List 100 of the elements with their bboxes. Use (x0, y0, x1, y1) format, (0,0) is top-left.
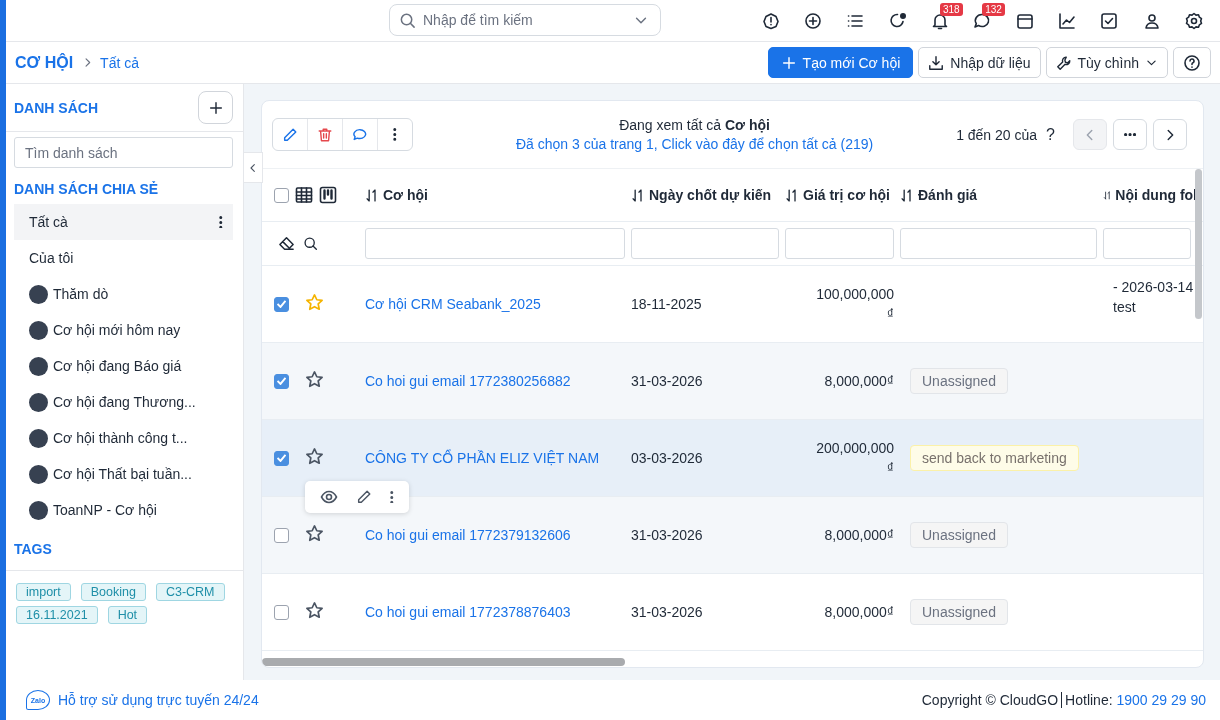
select-all-link[interactable]: Đã chọn 3 của trang 1, Click vào đây để chọn tất cả (219) (515, 136, 874, 152)
more-button[interactable] (1113, 119, 1147, 150)
module-title[interactable]: CƠ HỘI (15, 53, 74, 72)
list-label: Của tôi (29, 250, 74, 266)
toolbar-button[interactable]: 132 (961, 0, 1004, 41)
help-icon (1183, 53, 1201, 72)
collapse-button[interactable] (244, 152, 263, 183)
table-cell-text: 100,000,000₫ (815, 285, 894, 324)
list-label: Tất cà (29, 214, 68, 230)
task-icon (1100, 11, 1119, 30)
search-icon (399, 12, 416, 29)
list-item[interactable]: Thăm dò (14, 276, 233, 312)
list-label: Cơ hội thành công t... (53, 430, 188, 446)
table-view-icon (295, 186, 313, 204)
list-item[interactable]: Cơ hội đang Báo giá (14, 348, 233, 384)
eraser-icon (278, 235, 295, 252)
opportunity-link[interactable]: Co hoi gui email 1772378876403 (365, 604, 631, 620)
table-row[interactable]: Co hoi gui email 1772380256882 31-03-2026 8,000,000₫ Unassigned (262, 343, 1203, 420)
list-item[interactable]: Cơ hội thành công t... (14, 420, 233, 456)
row-checkbox[interactable] (274, 450, 289, 466)
notification-badge: 132 (982, 2, 1005, 16)
table-cell-text: 18-11-2025 (631, 296, 703, 312)
import-button[interactable]: Nhập dữ liệu (918, 47, 1041, 78)
table-cell-text: 8,000,000₫ (824, 603, 894, 622)
column-header[interactable]: Đánh giá (900, 187, 1103, 203)
list-label: Cơ hội đang Thương... (53, 394, 196, 410)
filter-field[interactable] (631, 228, 779, 259)
status-icon (888, 11, 907, 30)
pencil-icon (282, 126, 298, 143)
filter-field[interactable] (1103, 228, 1191, 259)
avatar-icon (29, 428, 48, 448)
list-item[interactable]: Tất cà (14, 204, 233, 240)
opportunity-link[interactable]: Cơ hội CRM Seabank_2025 (365, 296, 631, 312)
check-icon (277, 454, 286, 462)
column-header[interactable]: Cơ hội (365, 187, 631, 203)
row-checkbox[interactable] (274, 527, 289, 543)
row-checkbox[interactable] (274, 604, 289, 620)
table-cell-text: 03-03-2026 (631, 450, 704, 466)
avatar-icon (29, 392, 48, 412)
row-checkbox[interactable] (274, 373, 289, 389)
user-icon (1142, 11, 1161, 30)
more-icon (1123, 132, 1137, 137)
plus-icon (780, 54, 797, 71)
list-item[interactable]: Cơ hội mới hôm nay (14, 312, 233, 348)
filter-field[interactable] (365, 228, 625, 259)
scrollbar-thumb[interactable] (262, 658, 625, 666)
list-item[interactable]: Cơ hội đang Thương... (14, 384, 233, 420)
notification-badge: 318 (939, 2, 963, 16)
table-row[interactable]: Co hoi gui email 1772378876403 31-03-2026 8,000,000₫ Unassigned (262, 574, 1203, 651)
toolbar-button[interactable]: 318 (918, 0, 962, 41)
table-row[interactable]: Co hoi gui email 1772379132606 31-03-2026 8,000,000₫ Unassigned (262, 497, 1203, 574)
column-header[interactable]: Giá trị cơ hội (785, 187, 900, 203)
select-all-checkbox[interactable] (274, 187, 289, 203)
list-item[interactable]: Của tôi (14, 240, 233, 276)
hotline-link[interactable]: 1900 29 29 90 (1112, 692, 1206, 708)
list-label: Cơ hội mới hôm nay (53, 322, 181, 338)
add-icon (804, 11, 823, 30)
create-button[interactable]: Tạo mới Cơ hội (767, 47, 914, 78)
pagination-label: 1 đến 20 của (956, 126, 1038, 143)
scrollbar-thumb[interactable] (1195, 169, 1202, 319)
search-field[interactable]: Tìm danh sách (14, 137, 233, 168)
calendar-icon (1015, 11, 1034, 30)
more-icon (393, 128, 397, 141)
avatar-icon (29, 356, 48, 376)
section-title: TAGS (14, 541, 53, 559)
search-field[interactable]: Nhập để tìm kiếm (389, 4, 661, 36)
table-cell-text: 31-03-2026 (631, 604, 704, 620)
list-label: Thăm dò (53, 286, 109, 302)
plus-icon (207, 99, 224, 116)
copyright-text: Copyright © CloudGO (921, 692, 1059, 708)
section-title: DANH SÁCH CHIA SẺ (14, 181, 160, 197)
table-cell-text: 8,000,000₫ (824, 372, 894, 391)
opportunity-link[interactable]: CÔNG TY CỔ PHẦN ELIZ VIỆT NAM (365, 450, 631, 466)
download-icon (928, 54, 945, 71)
settings-icon (1184, 11, 1203, 30)
support-link[interactable]: Hỗ trợ sử dụng trực tuyến 24/24 (58, 692, 259, 708)
table-row[interactable]: CÔNG TY CỔ PHẦN ELIZ VIỆT NAM 03-03-2026 200,000,000₫ send back to marketing (262, 420, 1203, 497)
list-item[interactable]: ToanNP - Cơ hội (14, 492, 233, 528)
avatar-icon (29, 284, 48, 304)
unknown-total[interactable]: ? (1046, 125, 1055, 144)
opportunity-link[interactable]: Co hoi gui email 1772379132606 (365, 527, 631, 543)
kanban-view-icon (319, 186, 337, 204)
list-item[interactable]: Cơ hội Thất bại tuần... (14, 456, 233, 492)
customize-button[interactable]: Tùy chình (1045, 47, 1168, 78)
help-button[interactable] (1173, 47, 1211, 78)
row-checkbox[interactable] (274, 296, 289, 312)
avatar-icon (29, 500, 48, 520)
hotline-label: Hotline: (1065, 692, 1113, 708)
list-label: ToanNP - Cơ hội (53, 502, 157, 518)
check-icon (277, 377, 286, 385)
avatar-icon (29, 320, 48, 340)
add-list-button[interactable] (198, 91, 233, 124)
table-cell-text: 8,000,000₫ (824, 526, 894, 545)
column-header[interactable]: Ngày chốt dự kiến (631, 187, 785, 203)
breadcrumb-current: Tất cả (100, 54, 139, 71)
opportunity-link[interactable]: Co hoi gui email 1772380256882 (365, 373, 631, 389)
filter-field[interactable] (785, 228, 894, 259)
filter-field[interactable] (900, 228, 1097, 259)
check-icon (277, 300, 286, 308)
wrench-icon (1055, 54, 1072, 71)
